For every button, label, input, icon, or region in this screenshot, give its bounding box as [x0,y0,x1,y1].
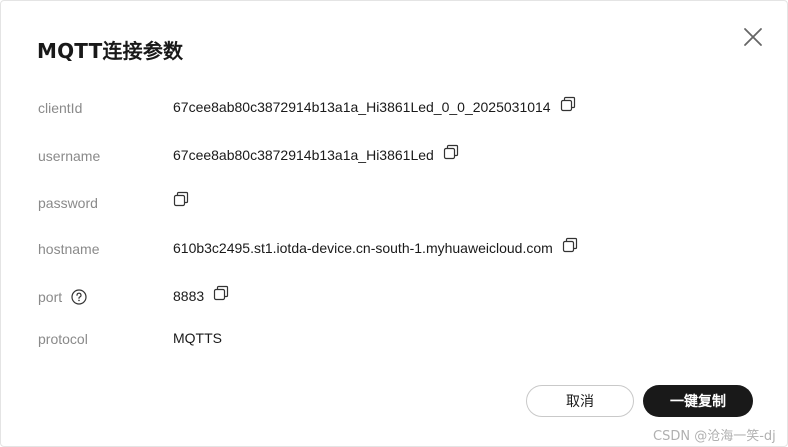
username-value-group: 67cee8ab80c3872914b13a1a_Hi3861Led [173,144,459,163]
copy-hostname-icon[interactable] [562,237,578,253]
field-row-port: port 8883 [1,285,788,309]
copy-all-button[interactable]: 一键复制 [643,385,753,417]
dialog-title: MQTT连接参数 [37,39,184,63]
hostname-value: 610b3c2495.st1.iotda-device.cn-south-1.m… [173,240,553,256]
protocol-value: MQTTS [173,330,222,346]
username-label: username [38,148,101,164]
copy-clientid-icon[interactable] [560,96,576,112]
hostname-value-group: 610b3c2495.st1.iotda-device.cn-south-1.m… [173,237,578,256]
port-value: 8883 [173,288,205,304]
password-value-group [173,191,189,210]
clientid-value-group: 67cee8ab80c3872914b13a1a_Hi3861Led_0_0_2… [173,96,576,115]
hostname-label: hostname [38,241,100,257]
copy-username-icon[interactable] [443,144,459,160]
password-label: password [38,195,98,211]
watermark: CSDN @沧海一笑-dj [653,429,776,444]
port-label: port [38,289,63,305]
cancel-button[interactable]: 取消 [526,385,634,417]
username-value: 67cee8ab80c3872914b13a1a_Hi3861Led [173,147,434,163]
protocol-label: protocol [38,331,88,347]
close-icon[interactable] [741,25,765,49]
copy-port-icon[interactable] [213,285,229,301]
field-row-username: username 67cee8ab80c3872914b13a1a_Hi3861… [1,144,788,168]
port-label-group: port [38,289,87,305]
copy-password-icon[interactable] [173,191,189,207]
field-row-hostname: hostname 610b3c2495.st1.iotda-device.cn-… [1,237,788,261]
mqtt-connection-dialog: MQTT连接参数 clientId 67cee8ab80c3872914b13a… [0,0,788,447]
protocol-value-group: MQTTS [173,330,222,346]
port-value-group: 8883 [173,285,229,304]
field-row-password: password [1,191,788,215]
clientid-value: 67cee8ab80c3872914b13a1a_Hi3861Led_0_0_2… [173,99,551,115]
clientid-label: clientId [38,100,83,116]
question-circle-icon[interactable] [71,289,87,305]
field-row-protocol: protocol MQTTS [1,327,788,351]
field-row-clientid: clientId 67cee8ab80c3872914b13a1a_Hi3861… [1,96,788,120]
